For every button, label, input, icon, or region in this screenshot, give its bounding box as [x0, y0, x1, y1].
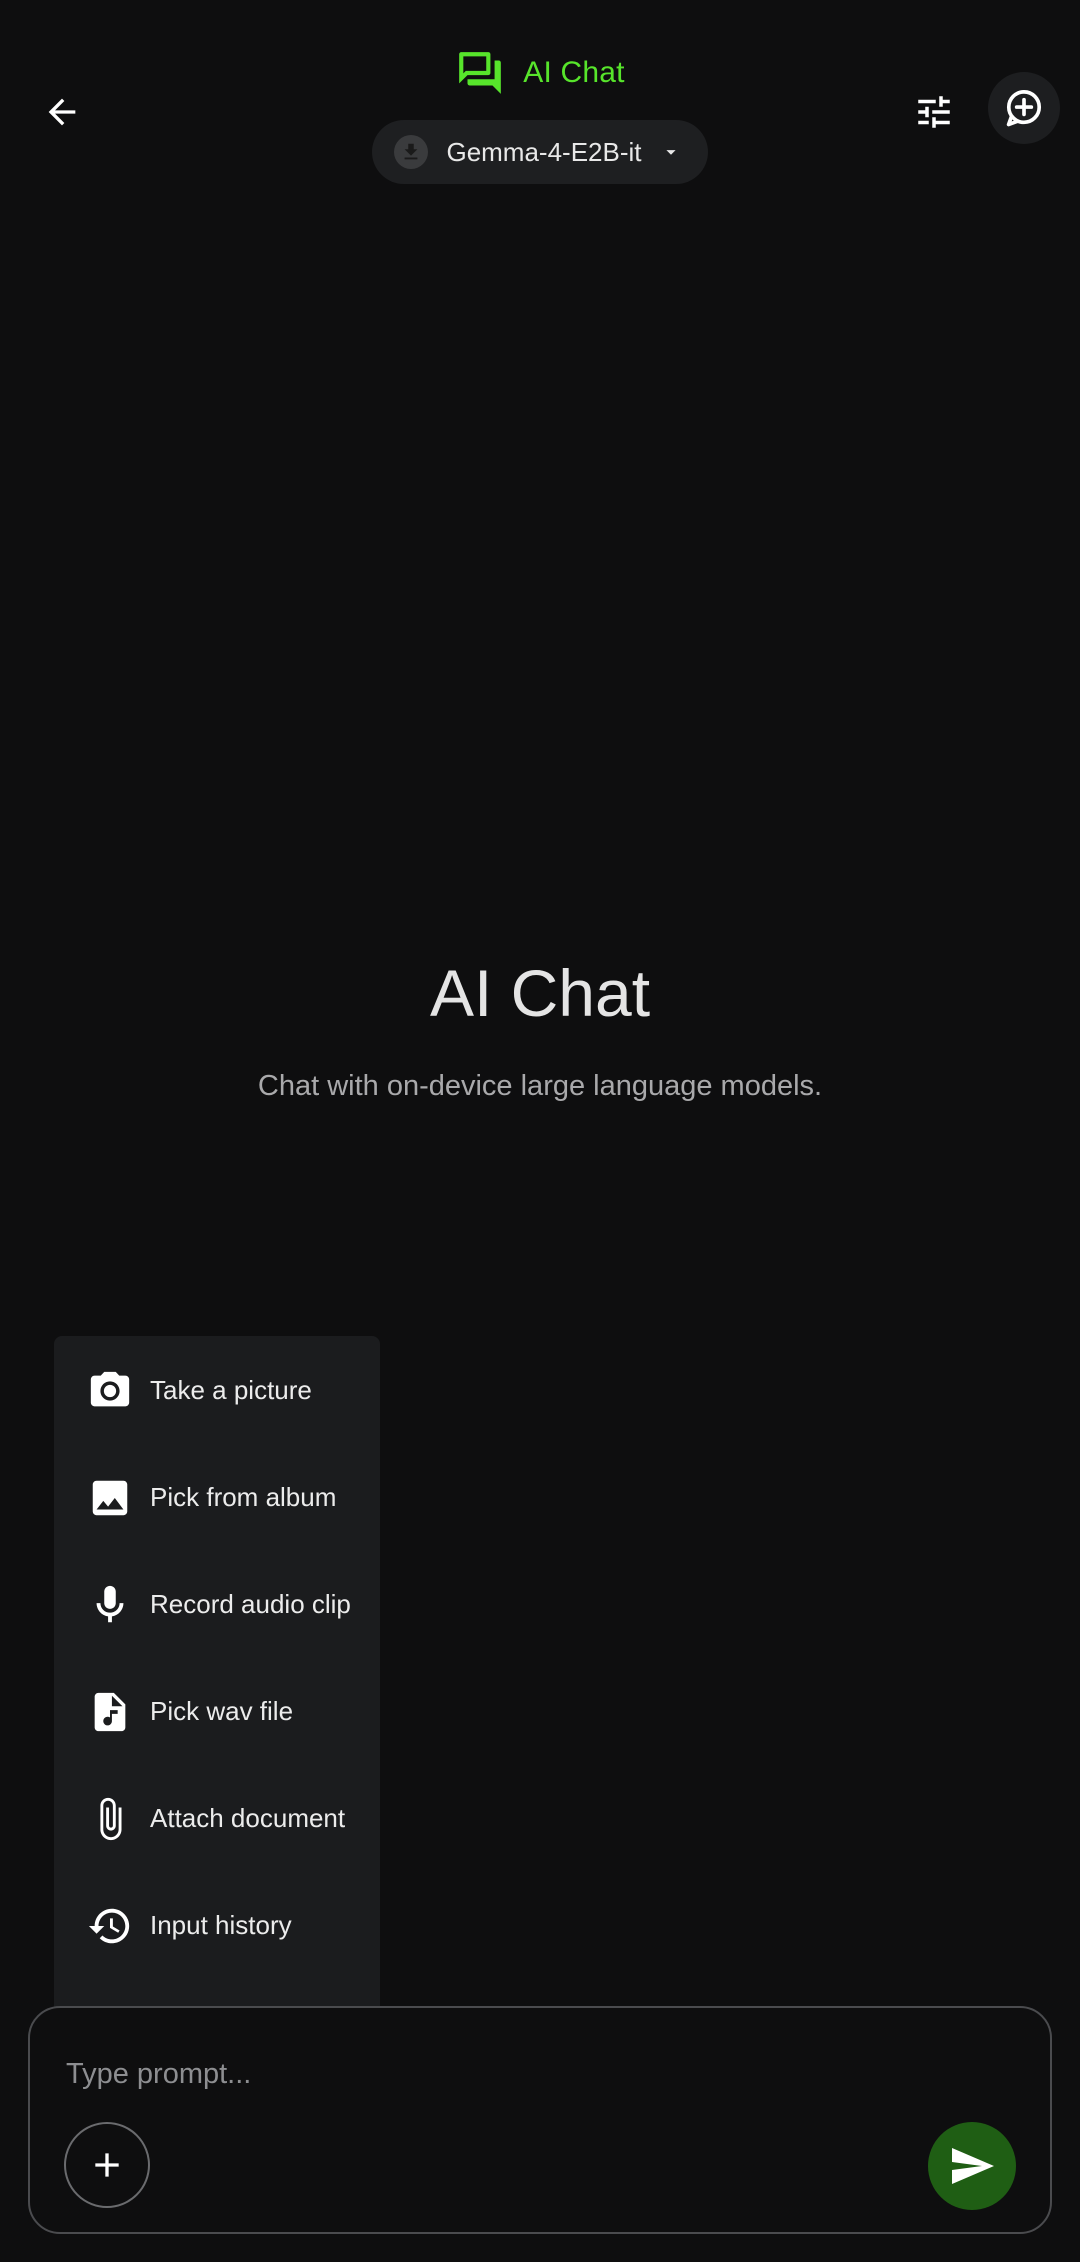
- microphone-icon: [84, 1579, 136, 1631]
- app-title-row: AI Chat: [455, 44, 625, 102]
- menu-item-pick-from-album[interactable]: Pick from album: [54, 1444, 380, 1551]
- settings-tune-button[interactable]: [900, 78, 968, 146]
- menu-item-pick-wav-file[interactable]: Pick wav file: [54, 1658, 380, 1765]
- model-selector[interactable]: Gemma-4-E2B-it: [372, 120, 708, 184]
- add-attachment-button[interactable]: [64, 2122, 150, 2208]
- chat-screen: AI Chat Gemma-4-E2B-it AI Chat Chat with…: [0, 0, 1080, 2262]
- image-icon: [84, 1472, 136, 1524]
- app-title: AI Chat: [523, 56, 625, 89]
- menu-item-record-audio-clip[interactable]: Record audio clip: [54, 1551, 380, 1658]
- model-name: Gemma-4-E2B-it: [446, 136, 642, 167]
- menu-item-label: Pick wav file: [150, 1696, 294, 1726]
- download-icon: [405, 143, 418, 160]
- prompt-input[interactable]: [64, 2048, 968, 2100]
- plus-icon: [95, 2153, 119, 2177]
- empty-state-subtitle: Chat with on-device large language model…: [257, 1070, 823, 1102]
- history-icon: [84, 1900, 136, 1952]
- new-chat-button[interactable]: [988, 72, 1060, 144]
- camera-icon: [84, 1365, 136, 1417]
- menu-item-label: Pick from album: [150, 1482, 337, 1512]
- prompt-composer: [28, 2006, 1052, 2234]
- paperclip-icon: [84, 1793, 136, 1845]
- menu-item-label: Attach document: [150, 1803, 346, 1833]
- tune-icon: [918, 96, 950, 128]
- menu-item-label: Record audio clip: [150, 1589, 351, 1619]
- attachment-menu: Take a picture Pick from album Record audi…: [54, 1336, 380, 2014]
- caret-down-icon: [665, 150, 676, 155]
- menu-item-input-history[interactable]: Input history: [54, 1872, 380, 1979]
- model-status: [394, 135, 429, 169]
- forum-icon: [459, 52, 502, 94]
- menu-item-label: Take a picture: [150, 1375, 312, 1405]
- menu-item-label: Input history: [150, 1910, 292, 1940]
- send-icon: [952, 2148, 994, 2184]
- add-comment-icon: [1006, 90, 1042, 127]
- menu-item-attach-document[interactable]: Attach document: [54, 1765, 380, 1872]
- menu-item-take-picture[interactable]: Take a picture: [54, 1337, 380, 1444]
- audio-file-icon: [84, 1686, 136, 1738]
- send-button[interactable]: [928, 2122, 1016, 2210]
- empty-state-title: AI Chat: [429, 956, 651, 1030]
